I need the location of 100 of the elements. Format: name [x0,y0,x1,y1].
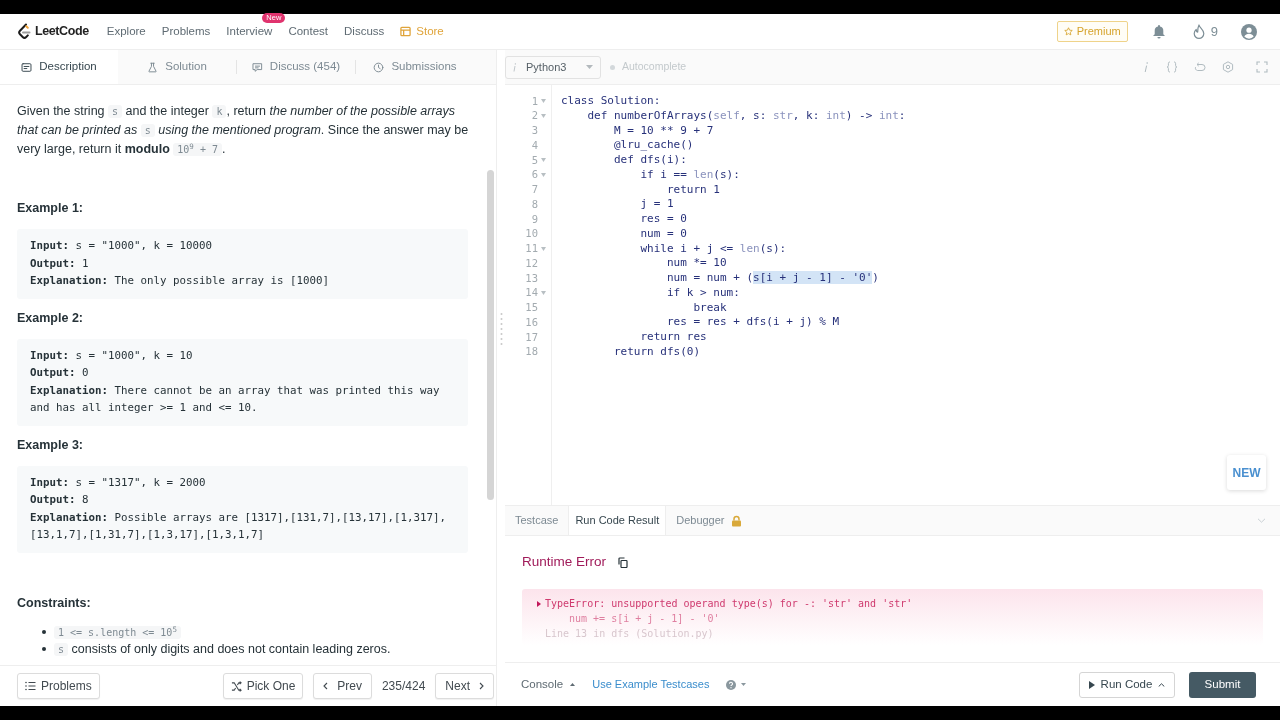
example-heading: Example 2: [17,309,84,327]
nav-link[interactable]: Discuss [344,22,385,41]
code-line: res = res + dfs(i + j) % M [665,315,841,330]
example-line: Input: s = "1000", k = 10 [30,347,194,364]
bell-icon[interactable] [1151,24,1166,39]
info-icon[interactable] [1144,61,1148,73]
example-line: Explanation: The only possible array is [1000] [30,273,331,289]
settings-icon[interactable] [1222,61,1234,73]
tab[interactable]: Solution [118,50,236,84]
fold-arrow-icon[interactable] [541,173,546,178]
tab[interactable]: Discuss (454) [237,50,355,84]
problems-button[interactable]: Problems [17,673,100,699]
submit-button[interactable]: Submit [1189,671,1256,698]
fold-arrow-icon[interactable] [541,246,546,251]
nav-link[interactable]: Problems [161,22,211,41]
nav-link[interactable]: Interview [226,22,273,41]
help-button[interactable] [726,679,747,690]
next-button[interactable]: Next [435,673,494,699]
chevron-left-icon [323,682,329,690]
code-line: M = 10 ** 9 + 7 [612,123,715,139]
code-line: class Solution: [561,94,662,109]
chevron-up-icon [1158,682,1166,687]
use-example-testcases-link[interactable]: Use Example Testcases [592,676,710,693]
clock-icon [373,61,385,73]
nav-link[interactable]: Explore [106,22,146,41]
drag-handle-icon[interactable] [499,312,503,346]
line-number: 5 [530,152,538,168]
code-line: if i == len(s): [639,167,741,183]
star-icon [1063,27,1073,36]
line-number: 15 [524,300,538,315]
prev-button[interactable]: Prev [313,673,372,699]
document-icon [21,61,33,73]
example-line: Input: s = "1317", k = 2000 [30,474,207,491]
error-message: TypeError: unsupported operand type(s) for -: 'str' and 'str' [545,597,913,611]
chevron-right-icon [479,682,484,690]
play-icon [1088,680,1095,689]
tab[interactable]: Description [0,50,118,84]
reset-icon[interactable] [1194,61,1206,73]
code-line: while i + j <= len(s): [639,241,788,257]
example-line: Output: 0 [30,365,90,381]
language-select[interactable]: Python3 [505,55,601,79]
fold-arrow-icon[interactable] [541,158,546,163]
italic-i-icon [513,62,516,72]
example-line: Output: 1 [30,255,90,272]
result-tab[interactable]: Run Code Result [568,506,667,535]
line-number: 17 [524,329,538,345]
run-code-button[interactable]: Run Code [1079,671,1175,698]
line-number: 9 [530,211,538,227]
code-line: j = 1 [639,197,675,212]
code-line: num = num + (s[i + j - 1] - '0') [665,271,880,286]
chat-bubble-icon [251,61,263,73]
problem-statement: Given the string s and the integer k , return the number of the possible arrays that can be printed as s using the mentioned program. Since the answer may be very large, return it modulo 10$^{9}$ + 7 . [17,103,470,158]
copy-icon[interactable] [618,556,629,568]
chevron-down-icon[interactable] [1257,518,1266,523]
site-name[interactable]: LeetCode [35,22,89,41]
constraint-item: s consists of only digits and does not contain leading zeros. [54,640,391,658]
streak-counter[interactable]: 9 [1192,21,1218,42]
problem-counter: 235/424 [381,678,426,695]
avatar-icon[interactable] [1241,23,1257,40]
code-line: break [692,300,728,316]
line-number: 3 [530,123,538,138]
example-line: Output: 8 [30,492,90,508]
result-tab[interactable]: Debugger [670,506,748,535]
line-number: 14 [524,285,538,301]
list-icon [25,681,36,691]
pick-one-button[interactable]: Pick One [222,673,304,699]
example-line: Explanation: There cannot be an array that was printed this way and has all integer >= 1 and <= 10. [30,382,441,416]
code-line: return dfs(0) [612,344,702,360]
error-source-line: num += s[i + j - 1] - '0' [569,612,720,626]
line-number: 8 [530,196,538,212]
code-line: return 1 [665,182,721,198]
shuffle-icon [230,680,242,692]
line-number: 2 [530,108,538,124]
bullet-icon [42,630,46,634]
constraints-heading: Constraints: [17,594,92,612]
line-number: 4 [530,137,538,153]
tab[interactable]: Submissions [356,50,474,84]
caret-right-icon[interactable] [537,600,541,607]
braces-icon[interactable] [1166,61,1178,73]
nav-link[interactable]: Contest [288,22,328,41]
logo-icon[interactable] [17,23,31,40]
bullet-icon [42,647,46,651]
fullscreen-icon[interactable] [1256,61,1268,73]
flame-icon [1192,24,1205,39]
result-tab[interactable]: Testcase [509,506,565,535]
fold-arrow-icon[interactable] [541,99,546,104]
code-line: def dfs(i): [612,153,688,168]
caret-down-icon [586,65,593,69]
fold-arrow-icon[interactable] [541,114,546,119]
console-button[interactable]: Console [521,675,576,694]
scrollbar-thumb[interactable] [487,170,494,500]
caret-down-icon [741,683,747,686]
flask-icon [147,61,159,73]
line-number: 10 [524,226,538,242]
new-feature-button[interactable]: NEW [1227,455,1266,490]
fold-arrow-icon[interactable] [541,291,546,296]
line-number: 12 [524,255,538,271]
example-heading: Example 1: [17,200,84,217]
line-number: 1 [530,93,538,109]
line-number: 11 [524,241,538,256]
